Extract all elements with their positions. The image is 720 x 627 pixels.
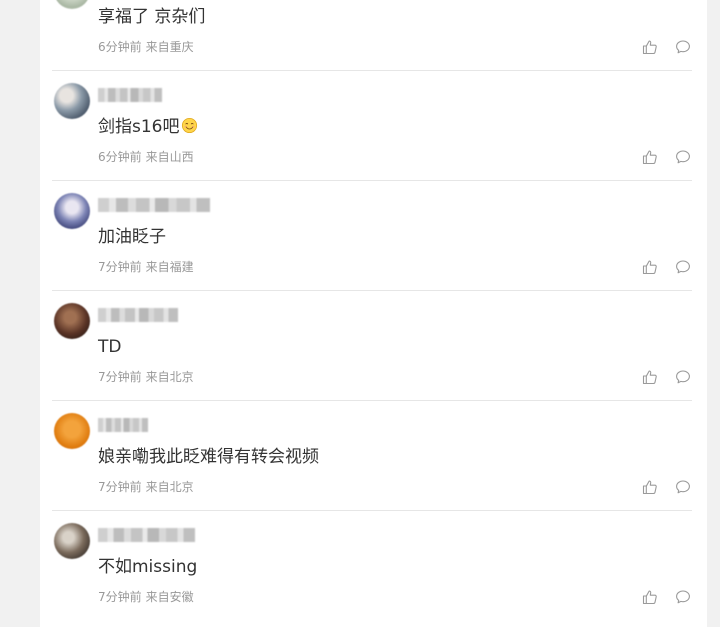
comment-time: 6分钟前 [98, 40, 142, 54]
comment-icon [676, 40, 690, 54]
comment-location: 来自重庆 [145, 40, 194, 54]
avatar[interactable] [54, 303, 90, 339]
comment-text-content: 加油眨子 [98, 227, 166, 247]
comment-item: 加油眨子 7分钟前 来自福建 [40, 181, 707, 291]
comment-location: 来自安徽 [145, 590, 194, 604]
comment-meta: 7分钟前 来自北京 [98, 369, 194, 385]
comment-meta: 7分钟前 来自北京 [98, 479, 194, 495]
smiling-face-emoji-icon [181, 117, 197, 134]
comment-text: TD [98, 335, 121, 359]
comment-time: 7分钟前 [98, 480, 142, 494]
like-button[interactable] [642, 259, 658, 275]
comment-item: 不如missing 7分钟前 来自安徽 [40, 511, 707, 621]
like-button[interactable] [642, 479, 658, 495]
reply-button[interactable] [675, 149, 691, 165]
comment-item: 娘亲嘞我此眨难得有转会视频 7分钟前 来自北京 [40, 401, 707, 511]
reply-button[interactable] [675, 589, 691, 605]
comment-location: 来自北京 [145, 480, 194, 494]
comment-text: 享福了 京杂们 [98, 5, 205, 29]
comment-text-content: 娘亲嘞我此眨难得有转会视频 [98, 447, 319, 467]
comment-time: 6分钟前 [98, 150, 142, 164]
comment-text-content: 享福了 京杂们 [98, 7, 206, 27]
comment-meta: 6分钟前 来自山西 [98, 149, 194, 165]
avatar[interactable] [54, 0, 90, 9]
comment-icon [676, 480, 690, 494]
reply-button[interactable] [675, 39, 691, 55]
comment-text-content: 剑指s16吧 [98, 117, 180, 137]
comment-text-content: TD [98, 337, 122, 357]
thumbs-up-icon [642, 370, 657, 385]
avatar[interactable] [54, 193, 90, 229]
username-blurred[interactable] [98, 198, 210, 212]
comment-text: 剑指s16吧 [98, 115, 198, 139]
username-blurred[interactable] [98, 308, 178, 322]
thumbs-up-icon [642, 150, 657, 165]
comment-location: 来自北京 [145, 370, 194, 384]
avatar[interactable] [54, 523, 90, 559]
comment-location: 来自福建 [145, 260, 194, 274]
thumbs-up-icon [642, 480, 657, 495]
comment-icon [676, 590, 690, 604]
comment-icon [676, 260, 690, 274]
avatar[interactable] [54, 413, 90, 449]
comment-time: 7分钟前 [98, 260, 142, 274]
comment-icon [676, 370, 690, 384]
comment-location: 来自山西 [145, 150, 194, 164]
reply-button[interactable] [675, 479, 691, 495]
comment-item: TD 7分钟前 来自北京 [40, 291, 707, 401]
comment-text: 娘亲嘞我此眨难得有转会视频 [98, 445, 319, 469]
comment-text: 加油眨子 [98, 225, 166, 249]
comment-meta: 7分钟前 来自福建 [98, 259, 194, 275]
thumbs-up-icon [642, 260, 657, 275]
comment-item: 剑指s16吧 6分钟前 来自山西 [40, 71, 707, 181]
like-button[interactable] [642, 369, 658, 385]
avatar[interactable] [54, 83, 90, 119]
comment-text: 不如missing [98, 555, 197, 579]
username-blurred[interactable] [98, 418, 148, 432]
username-blurred[interactable] [98, 88, 162, 102]
comment-time: 7分钟前 [98, 370, 142, 384]
like-button[interactable] [642, 149, 658, 165]
comment-item: 享福了 京杂们 6分钟前 来自重庆 [40, 0, 707, 71]
thumbs-up-icon [642, 590, 657, 605]
comment-text-content: 不如missing [98, 557, 198, 577]
username-blurred[interactable] [98, 528, 195, 542]
like-button[interactable] [642, 39, 658, 55]
reply-button[interactable] [675, 369, 691, 385]
like-button[interactable] [642, 589, 658, 605]
comment-panel: 享福了 京杂们 6分钟前 来自重庆 剑指s16吧 6分钟前 来自山西 加油眨子 … [40, 0, 707, 627]
comment-meta: 6分钟前 来自重庆 [98, 39, 194, 55]
comment-meta: 7分钟前 来自安徽 [98, 589, 194, 605]
thumbs-up-icon [642, 40, 657, 55]
reply-button[interactable] [675, 259, 691, 275]
comment-icon [676, 150, 690, 164]
comment-time: 7分钟前 [98, 590, 142, 604]
comment-list: 享福了 京杂们 6分钟前 来自重庆 剑指s16吧 6分钟前 来自山西 加油眨子 … [40, 0, 707, 621]
